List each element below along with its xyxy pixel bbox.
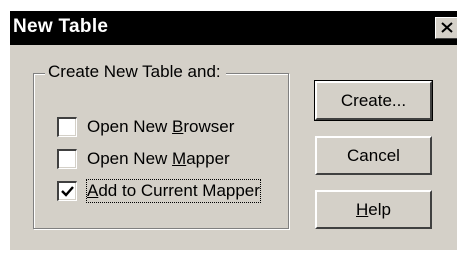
open-new-browser-checkbox[interactable]	[57, 117, 77, 137]
open-new-mapper-checkbox[interactable]	[57, 149, 77, 169]
close-button[interactable]	[435, 17, 457, 39]
create-button[interactable]: Create...	[314, 80, 433, 121]
close-icon	[441, 22, 453, 33]
help-button[interactable]: Help	[315, 190, 432, 229]
help-label: elp	[368, 200, 391, 219]
title-bar[interactable]: New Table	[10, 11, 457, 45]
help-mnemonic: H	[356, 200, 369, 219]
open-new-mapper-label: Open New Mapper	[87, 149, 230, 168]
window-title: New Table	[13, 16, 109, 37]
group-label: Create New Table and:	[45, 61, 226, 83]
add-to-current-mapper-label: Add to Current Mapper	[86, 179, 261, 203]
cancel-button[interactable]: Cancel	[315, 136, 432, 175]
add-to-current-mapper-checkbox[interactable]	[57, 181, 77, 201]
checkmark-icon	[61, 186, 74, 197]
open-new-browser-label: Open New Browser	[87, 117, 235, 136]
